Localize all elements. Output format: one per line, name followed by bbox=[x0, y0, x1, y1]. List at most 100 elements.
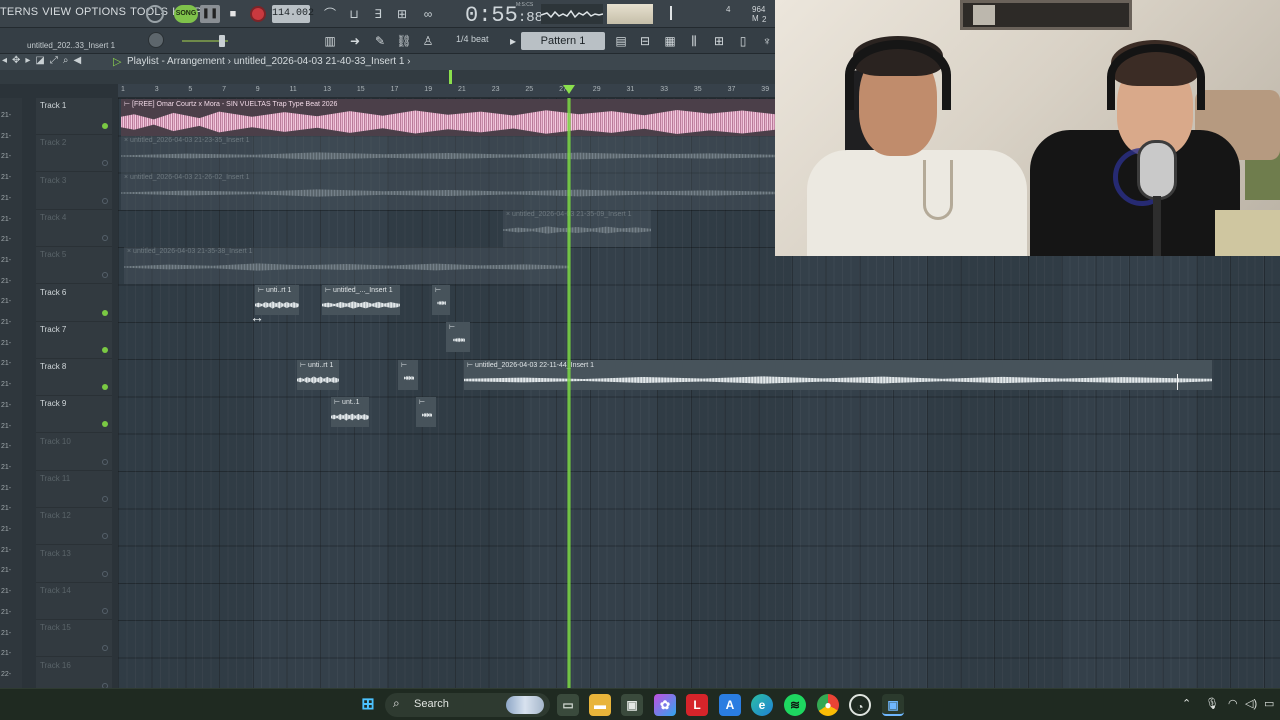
clip-track8-c[interactable]: ⊢ untitled_2026-04-03 22-11-44_Insert 1 bbox=[464, 360, 1212, 390]
track-mute-led-icon[interactable] bbox=[102, 309, 108, 316]
pattern-song-toggle-icon[interactable] bbox=[146, 5, 164, 23]
store-icon[interactable]: ▣ bbox=[621, 694, 643, 716]
clip-list-item[interactable]: 21- bbox=[1, 112, 11, 119]
pattern-arrow-icon[interactable]: ▸ bbox=[506, 32, 520, 50]
clip-list-item[interactable]: 21- bbox=[1, 443, 11, 450]
app-a-icon[interactable]: A bbox=[719, 694, 741, 716]
clip-list-item[interactable]: 21- bbox=[1, 567, 11, 574]
track-mute-led-icon[interactable] bbox=[102, 533, 108, 540]
track-mute-led-icon[interactable] bbox=[102, 346, 108, 353]
loop-start-marker[interactable] bbox=[449, 70, 452, 84]
clip-track4[interactable]: × untitled_2026-04-03 21-35-09_Insert 1 bbox=[503, 210, 651, 247]
track-mute-led-icon[interactable] bbox=[102, 197, 108, 204]
browser-icon[interactable]: ⊞ bbox=[709, 32, 729, 50]
edge-icon[interactable]: e bbox=[751, 694, 773, 716]
clip-list-item[interactable]: 21- bbox=[1, 360, 11, 367]
track-header[interactable]: Track 8 bbox=[36, 359, 112, 397]
link-icon[interactable]: ⛓ bbox=[394, 32, 414, 50]
obs-icon[interactable]: ◔ bbox=[849, 694, 871, 716]
clip-track9-a[interactable]: ⊢ unt..1 bbox=[331, 397, 369, 427]
clip-track2[interactable]: × untitled_2026-04-03 21-23-35_Insert 1 bbox=[121, 136, 775, 173]
file-explorer-icon[interactable]: ▬ bbox=[589, 694, 611, 716]
clip-list-item[interactable]: 21- bbox=[1, 423, 11, 430]
track-header[interactable]: Track 9 bbox=[36, 396, 112, 434]
app-l-icon[interactable]: L bbox=[686, 694, 708, 716]
wifi-icon[interactable]: ◠ bbox=[1228, 697, 1238, 710]
clip-list-item[interactable]: 21- bbox=[1, 526, 11, 533]
track-header[interactable]: Track 15 bbox=[36, 620, 112, 658]
spotify-icon[interactable]: ≋ bbox=[784, 694, 806, 716]
track-mute-led-icon[interactable] bbox=[102, 607, 108, 614]
track-mute-led-icon[interactable] bbox=[102, 496, 108, 502]
horizontal-scrollbar[interactable] bbox=[0, 70, 775, 84]
master-pitch-knob[interactable] bbox=[148, 32, 164, 48]
countdown-icon[interactable]: ∃ bbox=[367, 5, 389, 23]
clip-list-item[interactable]: 21- bbox=[1, 609, 11, 616]
track-mute-led-icon[interactable] bbox=[102, 570, 108, 577]
track-mute-led-icon[interactable] bbox=[102, 123, 108, 129]
copilot-icon[interactable]: ✿ bbox=[654, 694, 676, 716]
clip-list-item[interactable]: 21- bbox=[1, 257, 11, 264]
snap-selector[interactable]: 1/4 beat bbox=[456, 34, 489, 44]
track-header[interactable]: Track 2 bbox=[36, 135, 112, 173]
piano-keyboard-icon[interactable]: ▥ bbox=[320, 32, 340, 50]
chrome-icon[interactable]: ● bbox=[817, 694, 839, 716]
track-header[interactable]: Track 5 bbox=[36, 247, 112, 285]
battery-icon[interactable]: ▭ bbox=[1264, 697, 1274, 710]
arrow-right-icon[interactable]: ➜ bbox=[345, 32, 365, 50]
track-header[interactable]: Track 7 bbox=[36, 322, 112, 359]
song-mode-button[interactable]: SONG bbox=[174, 5, 198, 23]
clip-list-item[interactable]: 21- bbox=[1, 195, 11, 202]
menu-view[interactable]: VIEW bbox=[42, 6, 71, 18]
pause-button[interactable]: ❚❚ bbox=[200, 5, 220, 23]
master-volume-thumb[interactable] bbox=[219, 35, 225, 47]
clip-track6-c[interactable]: ⊢ bbox=[432, 285, 450, 315]
clip-list-item[interactable]: 21- bbox=[1, 278, 11, 285]
record-button[interactable] bbox=[250, 6, 266, 22]
track-header[interactable]: Track 12 bbox=[36, 508, 112, 546]
piano-roll-icon[interactable]: ▦ bbox=[660, 32, 680, 50]
track-mute-led-icon[interactable] bbox=[102, 645, 108, 652]
metronome-icon[interactable]: ⌒ bbox=[319, 5, 341, 23]
clip-track5[interactable]: × untitled_2026-04-03 21-35-38_Insert 1 bbox=[124, 247, 569, 284]
plugin-icon[interactable]: ▯ bbox=[733, 32, 753, 50]
track-header[interactable]: Track 10 bbox=[36, 434, 112, 471]
clip-list-item[interactable]: 21- bbox=[1, 650, 11, 657]
mixer-icon[interactable]: ⫼ bbox=[684, 32, 704, 50]
clip-beat[interactable]: ⊢ [FREE] Omar Courtz x Mora - SIN VUELTA… bbox=[121, 99, 775, 136]
clip-list-item[interactable]: 21- bbox=[1, 485, 11, 492]
track-header[interactable]: Track 13 bbox=[36, 546, 112, 583]
volume-icon[interactable]: ◁) bbox=[1245, 697, 1257, 710]
clip-list-item[interactable]: 21- bbox=[1, 340, 11, 347]
track-header[interactable]: Track 11 bbox=[36, 471, 112, 508]
play-arrangement-icon[interactable]: ▷ bbox=[113, 55, 121, 68]
channel-rack-icon[interactable]: ⊟ bbox=[635, 32, 655, 50]
timeline-ruler[interactable]: 1 3 5 7 9 11 13 15 17 19 21 23 25 27 29 31 33 35 37 39 bbox=[118, 84, 775, 98]
track-mute-led-icon[interactable] bbox=[102, 160, 108, 167]
loop-record-icon[interactable]: ∞ bbox=[417, 5, 439, 23]
clip-list-item[interactable]: 21- bbox=[1, 298, 11, 305]
playlist-icon[interactable]: ▤ bbox=[611, 32, 631, 50]
track-header[interactable]: Track 3 bbox=[36, 173, 112, 210]
clip-list-item[interactable]: 21- bbox=[1, 133, 11, 140]
taskbar-search[interactable]: ⌕ Search bbox=[385, 693, 550, 717]
tempo-display[interactable]: 114.002 bbox=[272, 5, 314, 23]
clip-list-item[interactable]: 21- bbox=[1, 153, 11, 160]
clip-list-item[interactable]: 21- bbox=[1, 381, 11, 388]
clip-list-item[interactable]: 21- bbox=[1, 630, 11, 637]
clip-list-item[interactable]: 21- bbox=[1, 402, 11, 409]
windows-start-icon[interactable]: ⊞ bbox=[357, 694, 379, 716]
stamp-icon[interactable]: ♙ bbox=[418, 32, 438, 50]
track-header[interactable]: Track 1 bbox=[36, 98, 112, 135]
track-mute-led-icon[interactable] bbox=[102, 458, 108, 465]
track-mute-led-icon[interactable] bbox=[102, 421, 108, 428]
clip-list-item[interactable]: 21- bbox=[1, 505, 11, 512]
pattern-selector[interactable]: Pattern 1 bbox=[521, 32, 605, 50]
wait-record-icon[interactable]: ⊔ bbox=[343, 5, 365, 23]
audio-icon[interactable]: ♆ bbox=[757, 32, 777, 50]
clip-list-item[interactable]: 21- bbox=[1, 216, 11, 223]
clip-list-item[interactable]: 21- bbox=[1, 588, 11, 595]
clip-list-item[interactable]: 21- bbox=[1, 464, 11, 471]
track-header[interactable]: Track 4 bbox=[36, 210, 112, 247]
clip-track8-b[interactable]: ⊢ bbox=[398, 360, 418, 390]
